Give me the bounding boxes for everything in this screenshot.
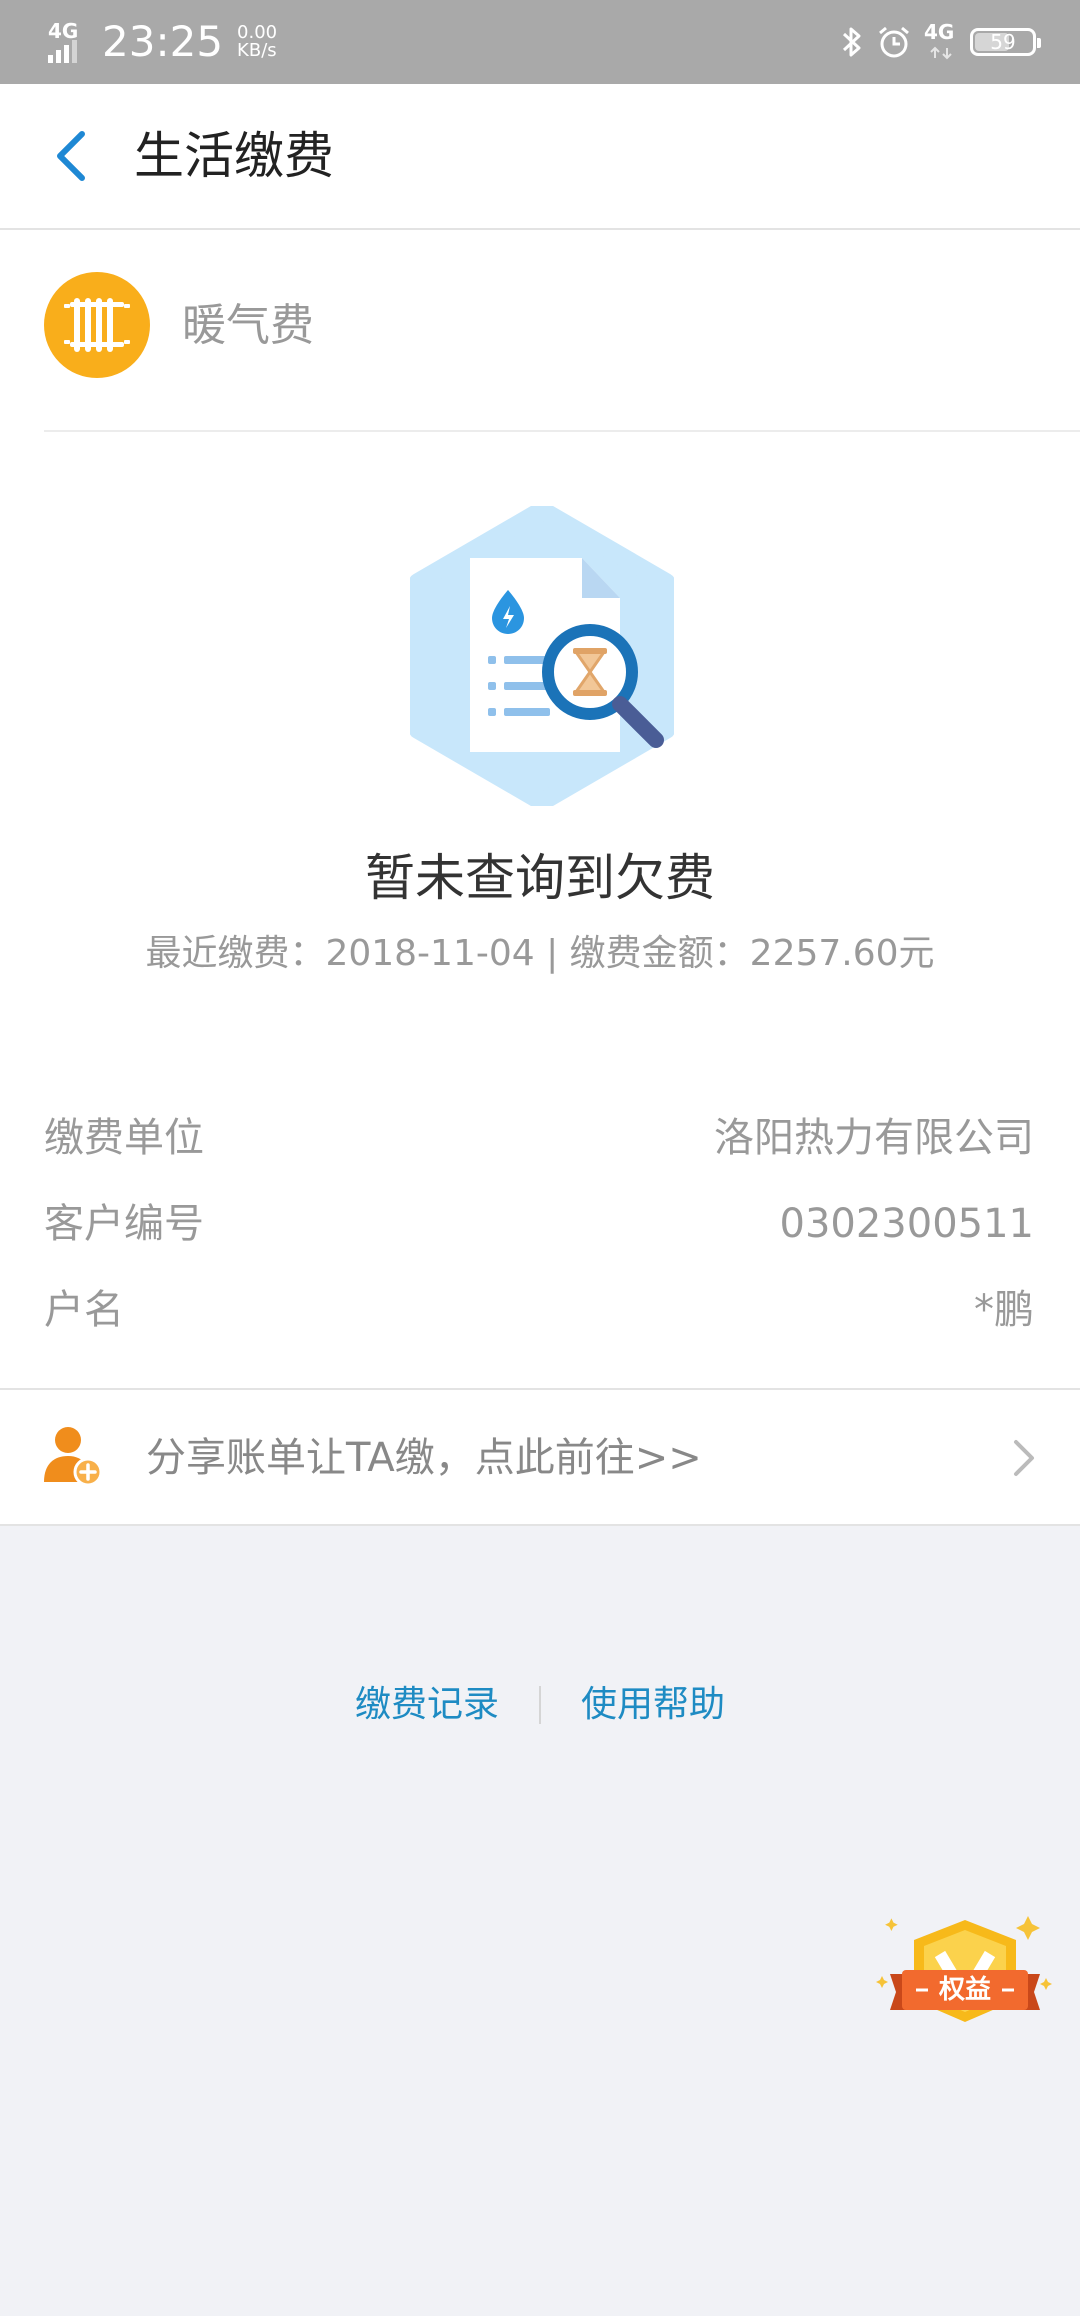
status-bar: 4G 23:25 0.00 KB/s 4G 59 bbox=[0, 0, 1080, 84]
fee-type-name: 暖气费 bbox=[182, 300, 314, 351]
info-row-account-name: 户名 *鹏 bbox=[44, 1280, 1034, 1340]
alarm-icon bbox=[879, 26, 909, 58]
fee-type-row: 暖气费 bbox=[0, 230, 1080, 430]
empty-state-title: 暂未查询到欠费 bbox=[365, 849, 715, 907]
status-left: 4G 23:25 0.00 KB/s bbox=[46, 18, 277, 66]
radiator-icon bbox=[44, 272, 150, 378]
add-user-icon bbox=[44, 1427, 103, 1487]
info-label: 客户编号 bbox=[44, 1201, 204, 1247]
footer-links: 缴费记录 使用帮助 bbox=[0, 1672, 1080, 1738]
clock: 23:25 bbox=[102, 17, 224, 66]
info-label: 缴费单位 bbox=[44, 1115, 204, 1161]
speed-unit: KB/s bbox=[237, 40, 277, 61]
info-value: 0302300511 bbox=[779, 1201, 1035, 1247]
footer-separator bbox=[539, 1686, 541, 1724]
info-row-customer-id: 客户编号 0302300511 bbox=[44, 1194, 1034, 1254]
badge-label: 权益 bbox=[938, 1975, 991, 2005]
network-speed: 0.00 KB/s bbox=[237, 24, 277, 60]
help-link[interactable]: 使用帮助 bbox=[581, 1681, 725, 1729]
page-title: 生活缴费 bbox=[134, 127, 334, 185]
payment-records-link[interactable]: 缴费记录 bbox=[355, 1681, 499, 1729]
info-label: 户名 bbox=[44, 1287, 124, 1333]
back-button[interactable] bbox=[40, 120, 100, 192]
chevron-left-icon bbox=[57, 131, 85, 181]
network-type-label-right: 4G bbox=[924, 20, 955, 44]
network-type-label: 4G bbox=[48, 19, 79, 43]
info-value: 洛阳热力有限公司 bbox=[714, 1115, 1034, 1161]
battery-icon: 59 bbox=[970, 28, 1041, 56]
app-header: 生活缴费 bbox=[0, 84, 1080, 230]
info-row-company: 缴费单位 洛阳热力有限公司 bbox=[44, 1108, 1034, 1168]
battery-level: 59 bbox=[990, 30, 1016, 54]
info-value: *鹏 bbox=[974, 1287, 1034, 1333]
no-bill-illustration bbox=[409, 501, 675, 811]
share-bill-text: 分享账单让TA缴，点此前往>> bbox=[146, 1435, 702, 1481]
benefits-badge[interactable]: 权益 bbox=[876, 1910, 1054, 2052]
bluetooth-icon bbox=[842, 27, 861, 57]
mobile-data-icon: 4G bbox=[924, 22, 958, 62]
bill-card: 暖气费 暂未查询到欠费 最近缴费：2018-11-04 | 缴费金额：2257.… bbox=[0, 230, 1080, 1388]
signal-icon: 4G bbox=[46, 21, 86, 63]
divider bbox=[44, 430, 1080, 432]
status-right: 4G 59 bbox=[840, 18, 1041, 66]
last-payment-summary: 最近缴费：2018-11-04 | 缴费金额：2257.60元 bbox=[145, 933, 935, 974]
share-bill-row[interactable]: 分享账单让TA缴，点此前往>> bbox=[0, 1388, 1080, 1526]
chevron-right-icon bbox=[1014, 1440, 1034, 1476]
